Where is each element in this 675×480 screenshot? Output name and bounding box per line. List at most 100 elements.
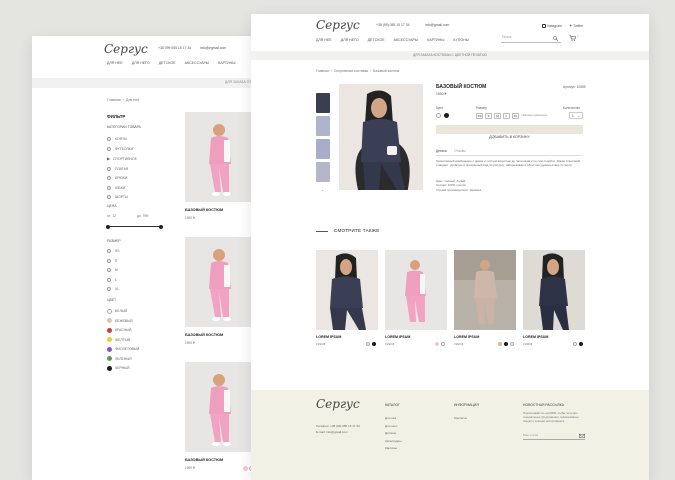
color-swatch-white[interactable] [436,113,441,118]
related-product-name[interactable]: LOREM IPSUM [523,335,548,340]
size-option[interactable]: L [107,276,120,286]
size-table-link[interactable]: Таблица размеров [521,114,547,117]
footer-logo[interactable]: Сергус [316,398,360,410]
size-option[interactable]: S [107,257,120,267]
color-swatch[interactable] [372,342,376,346]
price-slider-handle-min[interactable] [106,224,110,229]
nav-item[interactable]: ДЛЯ НЕГО [341,38,359,42]
thumbnail[interactable] [316,139,330,159]
color-swatch[interactable] [510,342,514,346]
color-swatch [107,318,112,324]
color-swatch[interactable] [579,342,583,346]
size-option[interactable]: L [503,113,510,119]
category-item[interactable]: БРЮКИ [107,174,137,184]
color-option[interactable]: ЗЕЛЕНЫЙ [107,355,139,365]
breadcrumb-item[interactable]: Для неё [126,98,139,102]
tab-reviews[interactable]: Отзывы [454,149,466,153]
category-item[interactable]: ПЛАТЬЯ [107,165,137,175]
logo[interactable]: Сергус [316,19,360,31]
category-item[interactable]: ШОРТЫ [107,193,137,203]
breadcrumb-item[interactable]: Базовый костюм [373,69,399,73]
instagram-link[interactable]: Instagram [542,24,562,28]
breadcrumb-item[interactable]: Главная [316,69,329,73]
search-icon[interactable] [553,36,558,41]
footer-link[interactable]: Для него [385,423,401,431]
color-swatch[interactable] [243,466,248,471]
price-slider-handle-max[interactable] [159,224,163,229]
nav-item[interactable]: АКСЕССУАРЫ [394,38,419,42]
nav-item[interactable]: ДЕТСКОЕ [159,61,176,65]
related-product-image[interactable] [316,250,378,330]
search-input[interactable]: Поиск [501,35,561,43]
newsletter-email-input[interactable]: Ваш e-mail [523,432,585,440]
nav-item[interactable]: КАРТИНЫ [427,38,444,42]
footer-link[interactable]: Картины [385,445,401,453]
related-product-name[interactable]: LOREM IPSUM [385,335,410,340]
tab-details[interactable]: Детали [436,149,447,153]
category-item[interactable]: КОФТЫ [107,135,137,145]
related-product-image[interactable] [454,250,516,330]
product-name[interactable]: БАЗОВЫЙ КОСТЮМ [185,208,223,213]
color-swatch[interactable] [435,342,439,346]
footer-link[interactable]: Контакты [454,417,467,420]
nav-item[interactable]: ДЛЯ НЕЕ [316,38,332,42]
product-image[interactable] [185,237,255,327]
color-swatch[interactable] [573,342,577,346]
quantity-stepper[interactable]: 1 ⌄ [569,112,583,119]
size-option[interactable]: S [485,113,492,119]
related-product-image[interactable] [385,250,447,330]
product-image[interactable] [185,362,255,452]
nav-item[interactable]: КАРТИНЫ [218,61,235,65]
mail-icon[interactable] [579,434,585,438]
breadcrumb-item[interactable]: Спортивные костюмы [334,69,368,73]
nav-item[interactable]: КУПОНЫ [453,38,469,42]
color-option[interactable]: КРАСНЫЙ [107,326,139,336]
footer-link[interactable]: Детское [385,430,401,438]
color-option[interactable]: ФИОЛЕТОВЫЙ [107,345,139,355]
cart-icon[interactable] [569,35,576,41]
nav-item[interactable]: ДЛЯ НЕГО [132,61,150,65]
category-item[interactable]: ▶ СПОРТИВНОЕ [107,154,137,165]
thumbnail[interactable] [316,162,330,182]
product-main-image[interactable] [339,84,423,190]
size-option[interactable]: XL [107,285,120,295]
related-product-name[interactable]: LOREM IPSUM [454,335,479,340]
color-option[interactable]: ЖЕЛТЫЙ [107,336,139,346]
color-swatch[interactable] [366,342,370,346]
thumbnail[interactable] [316,116,330,136]
color-option[interactable]: БЕЖЕВЫЙ [107,317,139,327]
price-from-input[interactable]: 12 [112,214,116,218]
size-option[interactable]: XS [476,113,483,119]
size-option[interactable]: M [107,266,120,276]
color-swatch[interactable] [441,342,445,346]
price-slider[interactable] [107,226,161,227]
product-name[interactable]: БАЗОВЫЙ КОСТЮМ [185,333,223,338]
footer-link[interactable]: Для неё [385,415,401,423]
color-swatch-black[interactable] [444,113,449,118]
category-item[interactable]: ФУТБОЛКИ [107,145,137,155]
nav-item[interactable]: ДЛЯ НЕЕ [107,61,123,65]
twitter-link[interactable]: ✦ Twitter [569,24,583,28]
related-product-image[interactable] [523,250,585,330]
nav-item[interactable]: АКСЕССУАРЫ [185,61,210,65]
thumbnail[interactable] [316,93,330,113]
product-name[interactable]: БАЗОВЫЙ КОСТЮМ [185,458,223,463]
add-to-cart-button[interactable]: ДОБАВИТЬ В КОРЗИНУ [436,125,583,139]
size-option[interactable]: XS [107,247,120,257]
footer-link[interactable]: Аксессуары [385,438,401,446]
breadcrumb-item[interactable]: Главная [107,98,121,102]
category-item[interactable]: ЮБКИ [107,184,137,194]
checkbox-icon [107,249,111,254]
color-option[interactable]: ЧЕРНЫЙ [107,364,139,374]
nav-item[interactable]: ДЕТСКОЕ [368,38,385,42]
color-swatch[interactable] [504,342,508,346]
size-option[interactable]: M [494,113,501,119]
related-product-name[interactable]: LOREM IPSUM [316,335,341,340]
color-swatch[interactable] [498,342,502,346]
price-to-input[interactable]: 999 [143,214,149,218]
color-option[interactable]: БЕЛЫЙ [107,307,139,317]
product-image[interactable] [185,112,255,202]
size-option[interactable]: XL [512,113,519,119]
logo[interactable]: Сергус [104,43,148,55]
chevron-down-icon[interactable]: ⌄ [321,188,324,192]
